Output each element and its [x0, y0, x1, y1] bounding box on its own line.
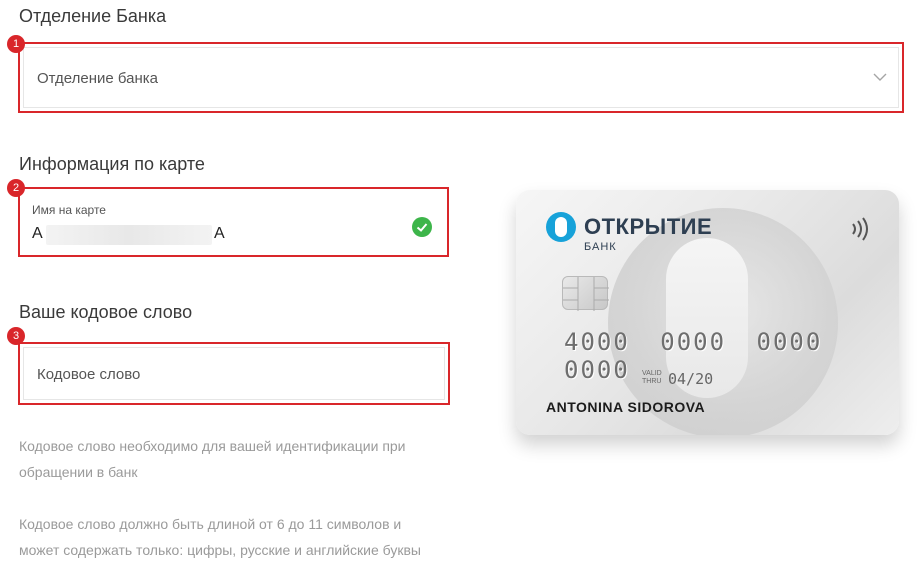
codeword-hint-purpose: Кодовое слово необходимо для вашей идент… [19, 438, 406, 480]
chevron-down-icon[interactable] [873, 72, 887, 82]
valid-thru-label: VALID THRU [642, 370, 662, 385]
bank-card-preview: ОТКРЫТИЕ БАНК 4000 0000 0000 0000 VALID T… [516, 190, 899, 435]
codeword-input[interactable]: Кодовое слово [18, 342, 450, 405]
marker-3: 3 [7, 327, 25, 345]
card-number: 4000 0000 0000 0000 [564, 328, 823, 384]
branch-placeholder: Отделение банка [37, 70, 159, 87]
card-holder-name: ANTONINA SIDOROVA [546, 399, 706, 415]
codeword-placeholder: Кодовое слово [37, 366, 141, 383]
bank-brand-name: ОТКРЫТИЕ [584, 214, 713, 239]
contactless-icon [852, 217, 868, 241]
check-circle-icon [412, 217, 432, 237]
branch-section-title: Отделение Банка [19, 6, 167, 26]
marker-1: 1 [7, 35, 25, 53]
bank-brand-sub: БАНК [584, 241, 617, 253]
card-name-label: Имя на карте [32, 203, 106, 217]
bank-logo-icon [546, 212, 576, 242]
card-name-field[interactable]: Имя на карте А А [18, 187, 449, 257]
marker-2: 2 [7, 179, 25, 197]
card-name-value-start: А [32, 225, 43, 242]
card-info-section-title: Информация по карте [19, 154, 205, 174]
redacted-name [46, 225, 212, 245]
codeword-hint-rules: Кодовое слово должно быть длиной от 6 до… [19, 516, 421, 558]
valid-date: 04/20 [668, 370, 714, 388]
card-name-value-end: А [214, 225, 225, 242]
codeword-section-title: Ваше кодовое слово [19, 302, 193, 322]
branch-select[interactable]: Отделение банка [18, 42, 904, 113]
chip-icon [562, 276, 609, 311]
